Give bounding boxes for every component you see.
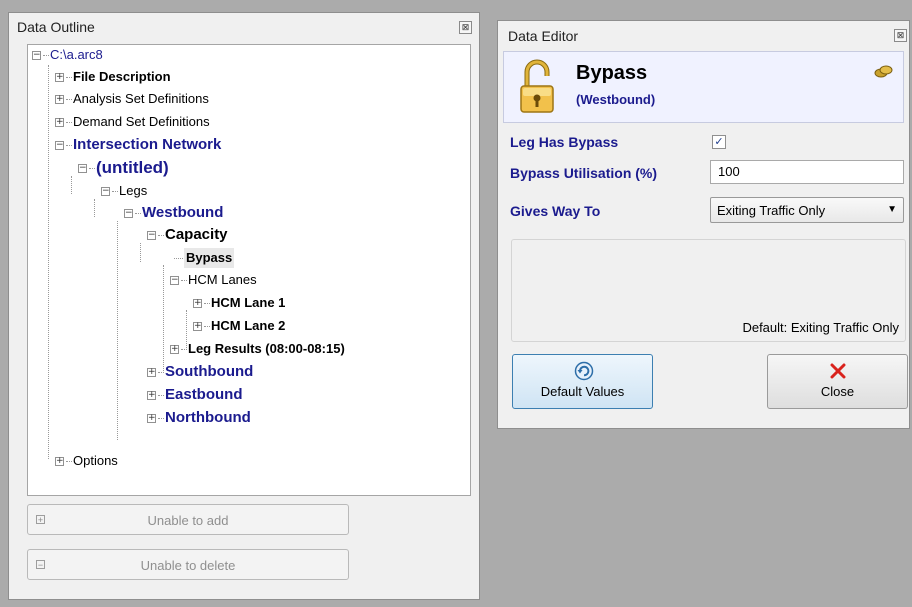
- tree-node-northbound[interactable]: + Northbound: [147, 408, 251, 428]
- expand-box-icon[interactable]: +: [193, 298, 202, 308]
- tree-node-bypass[interactable]: Bypass: [174, 248, 235, 268]
- default-values-button[interactable]: Default Values: [512, 354, 653, 409]
- description-box: Default: Exiting Traffic Only: [511, 239, 906, 342]
- tree-node-legs[interactable]: − Legs: [101, 181, 147, 201]
- tree-node-hcm-lane-2[interactable]: + HCM Lane 2: [193, 316, 285, 336]
- outline-tree: − C:\a.arc8 + File Description + Analysi…: [27, 44, 471, 496]
- tree-node-eastbound[interactable]: + Eastbound: [147, 385, 243, 405]
- tree-node-file-description[interactable]: + File Description: [55, 67, 171, 87]
- tree-node-hcm-lanes[interactable]: − HCM Lanes: [170, 270, 257, 290]
- data-editor-panel: Data Editor ⊠ Bypass (Westbound) Leg Has…: [497, 20, 910, 429]
- collapse-box-icon[interactable]: −: [101, 186, 110, 196]
- leg-has-bypass-label: Leg Has Bypass: [510, 134, 619, 150]
- close-panel-icon[interactable]: ⊠: [459, 21, 472, 34]
- tree-node-options[interactable]: + Options: [55, 451, 118, 471]
- tree-node-intersection-network[interactable]: − Intersection Network: [55, 135, 221, 155]
- editor-header: Bypass (Westbound): [503, 51, 904, 123]
- tree-node-capacity[interactable]: − Capacity: [147, 225, 228, 245]
- close-panel-icon[interactable]: ⊠: [894, 29, 907, 42]
- collapse-box-icon[interactable]: −: [78, 163, 87, 173]
- close-button[interactable]: Close: [767, 354, 908, 409]
- description-text: Default: Exiting Traffic Only: [742, 320, 899, 335]
- tree-node-westbound[interactable]: − Westbound: [124, 203, 223, 223]
- data-outline-panel: Data Outline ⊠ − C:\a.arc8 + File Descri…: [8, 12, 480, 600]
- tree-node-leg-results[interactable]: + Leg Results (08:00-08:15): [170, 339, 345, 359]
- data-editor-title: Data Editor: [508, 28, 579, 44]
- gives-way-to-label: Gives Way To: [510, 203, 601, 219]
- data-outline-titlebar: Data Outline ⊠: [9, 13, 479, 39]
- expand-box-icon[interactable]: +: [55, 117, 64, 127]
- tree-node-demand-sets[interactable]: + Demand Set Definitions: [55, 112, 210, 132]
- lock-open-icon: [520, 59, 554, 113]
- delete-button[interactable]: − Unable to delete: [27, 549, 349, 580]
- gives-way-to-value: Exiting Traffic Only: [717, 203, 826, 218]
- bypass-utilisation-label: Bypass Utilisation (%): [510, 165, 658, 181]
- tree-node-hcm-lane-1[interactable]: + HCM Lane 1: [193, 293, 285, 313]
- collapse-box-icon[interactable]: −: [147, 230, 156, 240]
- tree-node-untitled[interactable]: − (untitled): [78, 158, 169, 178]
- collapse-box-icon[interactable]: −: [124, 208, 133, 218]
- collapse-box-icon[interactable]: −: [32, 50, 41, 60]
- gives-way-to-select[interactable]: Exiting Traffic Only ▼: [710, 197, 904, 223]
- close-x-icon: [830, 363, 846, 379]
- data-outline-title: Data Outline: [17, 19, 95, 35]
- add-button[interactable]: + Unable to add: [27, 504, 349, 535]
- expand-box-icon[interactable]: +: [55, 72, 64, 82]
- data-editor-titlebar: Data Editor ⊠: [498, 21, 909, 47]
- expand-box-icon[interactable]: +: [55, 456, 64, 466]
- bypass-utilisation-input[interactable]: 100: [710, 160, 904, 184]
- tree-node-analysis-sets[interactable]: + Analysis Set Definitions: [55, 89, 209, 109]
- dropdown-arrow-icon: ▼: [887, 204, 897, 215]
- expand-box-icon[interactable]: +: [193, 321, 202, 331]
- collapse-box-icon[interactable]: −: [55, 140, 64, 150]
- editor-header-title: Bypass: [576, 62, 648, 84]
- expand-box-icon[interactable]: +: [147, 413, 156, 423]
- collapse-box-icon[interactable]: −: [170, 275, 179, 285]
- expand-box-icon[interactable]: +: [170, 344, 179, 354]
- tree-node-southbound[interactable]: + Southbound: [147, 362, 253, 382]
- undo-icon: [574, 361, 594, 381]
- coins-icon[interactable]: [874, 64, 894, 78]
- expand-box-icon[interactable]: +: [147, 367, 156, 377]
- leg-has-bypass-checkbox[interactable]: ✓: [712, 135, 726, 149]
- expand-box-icon[interactable]: +: [147, 390, 156, 400]
- tree-node-root[interactable]: − C:\a.arc8: [32, 45, 103, 65]
- expand-box-icon[interactable]: +: [55, 94, 64, 104]
- editor-header-subtitle: (Westbound): [576, 92, 656, 107]
